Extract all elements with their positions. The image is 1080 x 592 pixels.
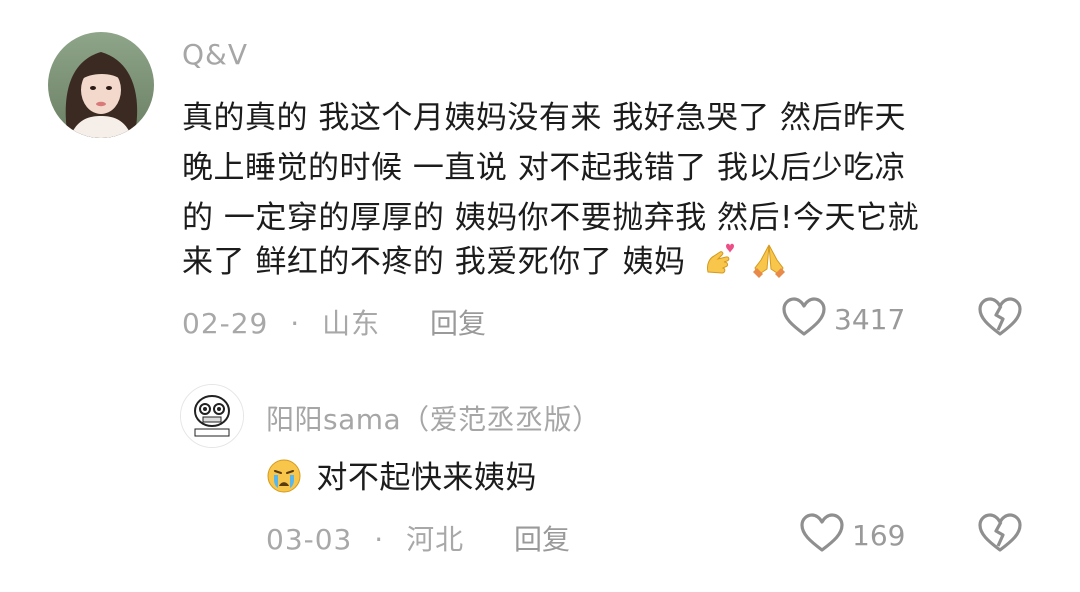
meta-separator: ·: [374, 523, 385, 556]
folded-hands-icon: [750, 242, 788, 286]
comment-text-line-last: 来了 鲜红的不疼的 我爱死你了 姨妈: [182, 236, 788, 286]
like-button[interactable]: 169: [798, 512, 905, 558]
heart-outline-icon: [798, 512, 846, 558]
avatar-photo: [48, 32, 154, 138]
comment-text-line: 晚上睡觉的时候 一直说 对不起我错了 我以后少吃凉: [182, 150, 907, 186]
crying-face-icon: [266, 458, 302, 502]
comment-text-line: 真的真的 我这个月姨妈没有来 我好急哭了 然后昨天: [182, 100, 907, 136]
comment-text-line: 的 一定穿的厚厚的 姨妈你不要抛弃我 然后!今天它就: [182, 200, 919, 236]
comment-text-content: 对不起快来姨妈: [316, 460, 537, 496]
reply-button[interactable]: 回复: [430, 302, 486, 342]
broken-heart-icon: [976, 297, 1024, 342]
comment-2: 阳阳sama（爱范丞丞版） 对不起快来姨妈 03-03 · 河北 回复 169: [0, 370, 1080, 592]
like-count: 169: [852, 518, 906, 552]
avatar[interactable]: [180, 384, 244, 448]
like-button[interactable]: 3417: [780, 296, 905, 342]
comment-meta: 03-03 · 河北: [266, 518, 464, 558]
meta-separator: ·: [290, 307, 301, 340]
comment-location: 山东: [322, 307, 381, 340]
comment-date: 03-03: [266, 523, 353, 556]
comment-text-line: 来了 鲜红的不疼的 我爱死你了 姨妈: [182, 244, 686, 280]
comment-text: 对不起快来姨妈: [266, 452, 537, 502]
broken-heart-icon: [976, 513, 1024, 558]
comment-1: Q&V 真的真的 我这个月姨妈没有来 我好急哭了 然后昨天 晚上睡觉的时候 一直…: [0, 0, 1080, 360]
dislike-button[interactable]: [976, 296, 1024, 342]
username[interactable]: 阳阳sama（爱范丞丞版）: [266, 398, 601, 438]
heart-outline-icon: [780, 296, 828, 342]
dislike-button[interactable]: [976, 512, 1024, 558]
username[interactable]: Q&V: [182, 38, 248, 71]
like-count: 3417: [834, 302, 906, 336]
avatar-cartoon: [181, 385, 243, 447]
finger-heart-icon: [704, 242, 736, 286]
comment-meta: 02-29 · 山东: [182, 302, 380, 342]
comment-location: 河北: [406, 523, 465, 556]
reply-button[interactable]: 回复: [514, 518, 570, 558]
comment-date: 02-29: [182, 307, 269, 340]
avatar[interactable]: [48, 32, 154, 138]
